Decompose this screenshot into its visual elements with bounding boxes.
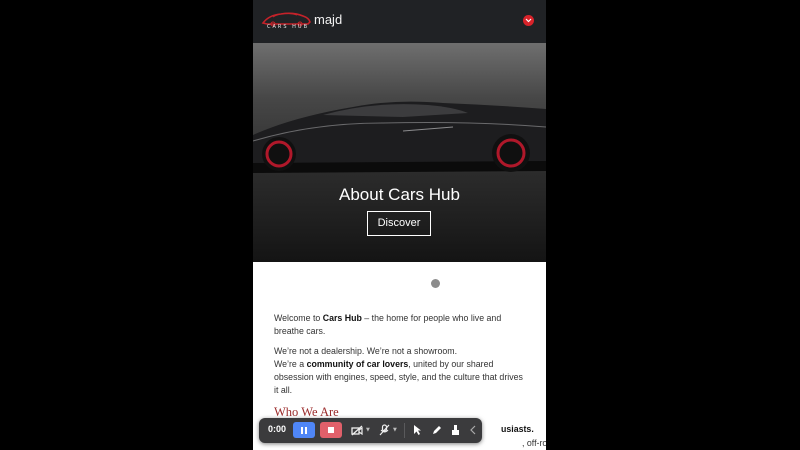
toolbar-divider <box>404 423 405 438</box>
hero-banner: About Cars Hub Discover <box>253 43 546 262</box>
community-paragraph: We’re not a dealership. We’re not a show… <box>274 346 523 395</box>
discover-button[interactable]: Discover <box>367 211 431 236</box>
caret-down-icon[interactable]: ▼ <box>366 427 370 433</box>
stop-icon <box>328 427 334 433</box>
intro-paragraph: Welcome to Cars Hub – the home for peopl… <box>274 313 502 336</box>
pen-icon[interactable] <box>429 423 443 437</box>
recording-timer: 0:00 <box>268 424 287 434</box>
logo-text: CARS HUB <box>267 24 309 30</box>
chevron-down-icon[interactable] <box>523 15 534 26</box>
scroll-indicator-dot <box>431 279 440 288</box>
about-content: Welcome to Cars Hub – the home for peopl… <box>274 312 529 404</box>
pause-button[interactable] <box>293 422 315 438</box>
stop-button[interactable] <box>320 422 342 438</box>
screen-recorder-toolbar: 0:00 ▼ ▼ <box>259 418 482 443</box>
top-navbar: CARS HUB majd <box>253 0 546 43</box>
hero-title: About Cars Hub <box>339 185 460 204</box>
camera-off-icon[interactable] <box>350 423 364 437</box>
mic-off-icon[interactable] <box>377 423 391 437</box>
eraser-icon[interactable] <box>448 423 462 437</box>
cursor-icon[interactable] <box>410 423 424 437</box>
collapse-chevron-icon[interactable] <box>466 423 480 437</box>
mobile-viewport: CARS HUB majd About Cars Hub Discover We… <box>253 0 546 450</box>
username[interactable]: majd <box>314 12 342 27</box>
caret-down-icon[interactable]: ▼ <box>393 427 397 433</box>
pause-icon <box>301 426 307 434</box>
